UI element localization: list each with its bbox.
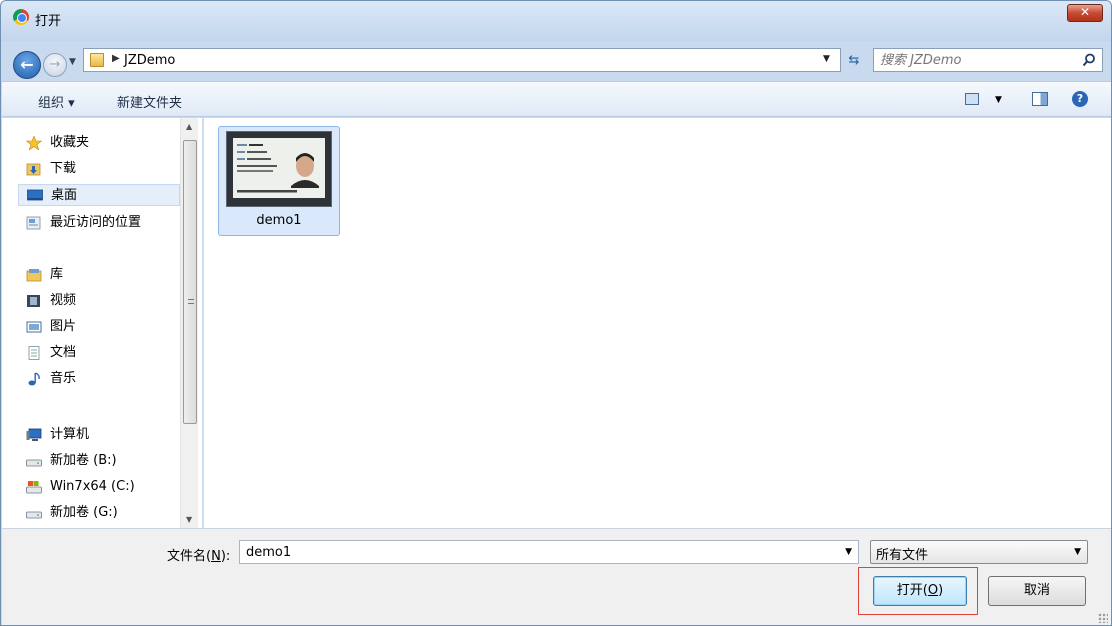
search-box[interactable] bbox=[873, 48, 1103, 72]
organize-button[interactable]: 组织 ▾ bbox=[38, 92, 75, 111]
window-title: 打开 bbox=[35, 14, 62, 29]
file-item[interactable]: demo1 bbox=[218, 126, 340, 236]
music-note-icon bbox=[28, 372, 40, 386]
resize-grip-icon[interactable] bbox=[1098, 613, 1108, 623]
desktop-icon bbox=[27, 189, 43, 201]
breadcrumb-current[interactable]: JZDemo bbox=[124, 53, 175, 68]
command-toolbar: 组织 ▾ 新建文件夹 ▼ ? bbox=[2, 81, 1111, 117]
refresh-button[interactable]: ⇆ bbox=[843, 51, 865, 73]
nav-computer-label: 计算机 bbox=[50, 427, 90, 442]
navigation-pane: 收藏夹 下载 桌面 最近访问的位置 库 视频 图片 文档 音乐 计算机 新加卷 … bbox=[2, 118, 202, 528]
help-icon[interactable]: ? bbox=[1072, 91, 1088, 107]
grip-icon bbox=[188, 299, 194, 304]
nav-favorites-label: 收藏夹 bbox=[50, 135, 90, 150]
change-view-icon[interactable] bbox=[965, 93, 979, 105]
computer-icon bbox=[26, 428, 42, 441]
chrome-icon bbox=[13, 9, 29, 25]
cancel-button[interactable]: 取消 bbox=[988, 576, 1086, 606]
folder-icon bbox=[90, 53, 104, 67]
nav-videos-label: 视频 bbox=[50, 293, 77, 308]
filename-input[interactable] bbox=[246, 544, 826, 560]
nav-desktop[interactable]: 桌面 bbox=[18, 184, 180, 206]
star-icon bbox=[26, 136, 42, 150]
address-bar[interactable]: ▶ JZDemo bbox=[83, 48, 841, 72]
address-row: ← → ▼ ▶ JZDemo ▼ ⇆ bbox=[1, 41, 1111, 79]
file-list-pane: demo1 bbox=[203, 118, 1111, 528]
new-folder-button[interactable]: 新建文件夹 bbox=[117, 92, 182, 111]
drive-icon bbox=[26, 511, 42, 519]
nav-recent-label: 最近访问的位置 bbox=[50, 215, 142, 230]
library-icon bbox=[26, 269, 42, 282]
title-bar: 打开 ✕ bbox=[1, 1, 1111, 41]
file-type-dropdown-icon: ▼ bbox=[1074, 547, 1081, 557]
filename-combobox[interactable]: ▼ bbox=[239, 540, 859, 564]
document-icon bbox=[28, 346, 40, 360]
nav-drive-b-label: 新加卷 (B:) bbox=[50, 453, 117, 468]
search-input[interactable] bbox=[880, 52, 1070, 68]
file-name: demo1 bbox=[256, 213, 302, 228]
filename-dropdown-icon[interactable]: ▼ bbox=[845, 547, 852, 557]
forward-button[interactable]: → bbox=[43, 53, 67, 77]
file-type-value: 所有文件 bbox=[876, 548, 929, 563]
address-dropdown-icon[interactable]: ▼ bbox=[823, 54, 830, 64]
nav-libraries-label: 库 bbox=[50, 267, 64, 282]
id-card-thumbnail bbox=[226, 131, 332, 207]
pictures-icon bbox=[26, 321, 42, 333]
drive-icon bbox=[26, 459, 42, 467]
breadcrumb-chevron-icon[interactable]: ▶ bbox=[112, 53, 120, 64]
recent-places-icon bbox=[26, 216, 41, 230]
nav-drive-g-label: 新加卷 (G:) bbox=[50, 505, 118, 520]
scrollbar-thumb[interactable] bbox=[183, 140, 197, 424]
filename-label: 文件名(N): bbox=[167, 549, 231, 564]
nav-downloads-label: 下载 bbox=[50, 161, 77, 176]
downloads-folder-icon bbox=[26, 163, 41, 176]
back-button[interactable]: ← bbox=[13, 51, 41, 79]
nav-drive-c-label: Win7x64 (C:) bbox=[50, 479, 135, 494]
open-file-dialog: 打开 ✕ ← → ▼ ▶ JZDemo ▼ ⇆ 组织 ▾ 新建文件夹 ▼ ? bbox=[0, 0, 1112, 626]
history-dropdown-icon[interactable]: ▼ bbox=[69, 57, 76, 67]
scroll-down-icon[interactable]: ▼ bbox=[186, 515, 192, 524]
preview-pane-icon[interactable] bbox=[1032, 92, 1048, 106]
file-type-select[interactable]: 所有文件 ▼ bbox=[870, 540, 1088, 564]
system-drive-icon bbox=[26, 481, 42, 494]
dialog-footer: 文件名(N): ▼ 所有文件 ▼ 打开(O) 取消 bbox=[2, 528, 1111, 625]
nav-music-label: 音乐 bbox=[50, 371, 77, 386]
nav-scrollbar[interactable]: ▲ ▼ bbox=[180, 118, 198, 528]
nav-documents-label: 文档 bbox=[50, 345, 77, 360]
close-button[interactable]: ✕ bbox=[1067, 4, 1103, 22]
view-options-dropdown-icon[interactable]: ▼ bbox=[995, 95, 1002, 105]
open-button[interactable]: 打开(O) bbox=[873, 576, 967, 606]
nav-pictures-label: 图片 bbox=[50, 319, 77, 334]
search-icon[interactable] bbox=[1082, 53, 1096, 67]
nav-desktop-label: 桌面 bbox=[51, 188, 78, 203]
scroll-up-icon[interactable]: ▲ bbox=[186, 122, 192, 131]
video-icon bbox=[27, 295, 40, 307]
